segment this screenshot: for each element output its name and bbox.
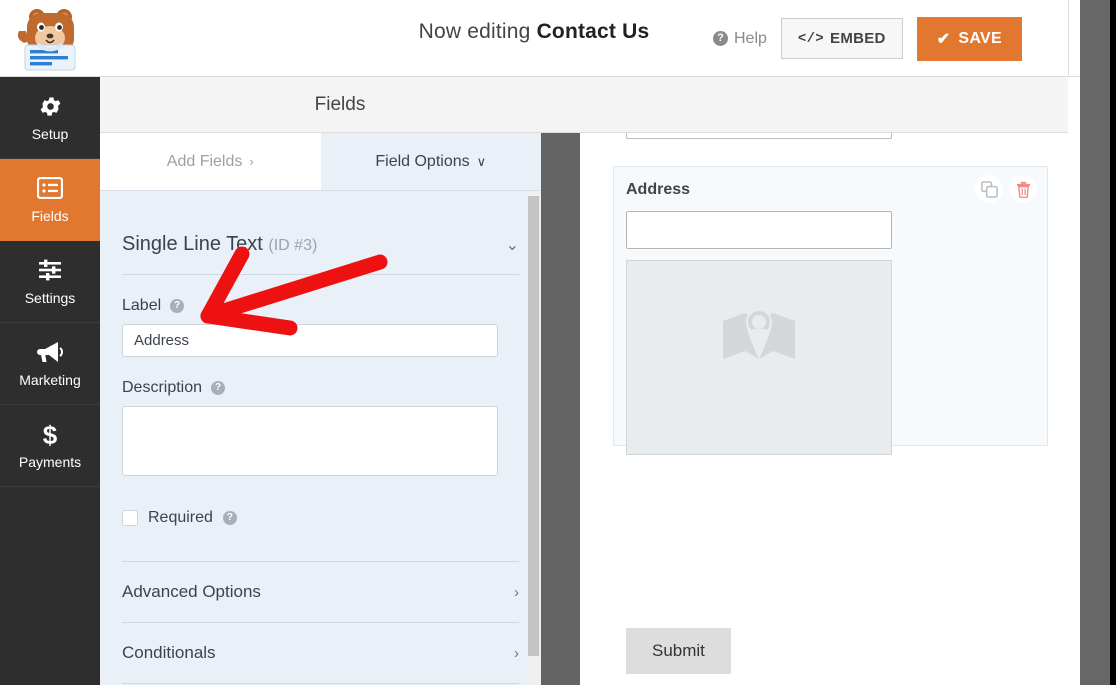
- chevron-down-icon: ∨: [476, 153, 487, 169]
- label-input[interactable]: [122, 324, 498, 357]
- save-button[interactable]: ✔ SAVE: [916, 16, 1022, 61]
- field-type-title: Single Line Text (ID #3): [122, 233, 317, 256]
- label-text: Label: [122, 297, 162, 314]
- svg-text:$: $: [43, 421, 58, 448]
- required-row: Required ?: [122, 509, 519, 527]
- chevron-right-icon: ›: [514, 583, 519, 601]
- preview-field-address[interactable]: Address: [613, 166, 1048, 455]
- help-label: Help: [734, 29, 767, 47]
- preview-map-placeholder: [626, 260, 892, 455]
- duplicate-field-button[interactable]: [975, 175, 1003, 203]
- panel-header: Fields: [100, 77, 1068, 133]
- sliders-icon: [37, 257, 63, 283]
- preview-field-label: Address: [626, 181, 691, 198]
- question-circle-icon: ?: [713, 31, 728, 46]
- question-mark-icon[interactable]: ?: [211, 381, 226, 395]
- question-mark-icon[interactable]: ?: [170, 299, 185, 313]
- dollar-sign-icon: $: [40, 421, 60, 448]
- sidebar-item-marketing[interactable]: Marketing: [0, 323, 100, 405]
- preview-field-above[interactable]: [626, 133, 892, 139]
- embed-label: EMBED: [830, 30, 886, 47]
- delete-field-button[interactable]: [1009, 175, 1037, 203]
- sidebar-item-label: Setup: [31, 126, 69, 142]
- top-bar: Now editing Contact Us ? Help </> EMBED …: [0, 0, 1068, 77]
- form-preview-panel: Address Submit: [580, 133, 1068, 685]
- chevron-right-icon: ›: [249, 154, 254, 169]
- chevron-down-icon[interactable]: ⌄: [506, 235, 519, 255]
- field-options-panel: Single Line Text (ID #3) ⌄ Label ? Descr…: [100, 191, 541, 685]
- accordion-label: Advanced Options: [122, 582, 261, 601]
- sidebar-item-payments[interactable]: $ Payments: [0, 405, 100, 487]
- sidebar-item-setup[interactable]: Setup: [0, 77, 100, 159]
- preview-address-input[interactable]: [626, 211, 892, 249]
- trash-icon: [1016, 181, 1030, 198]
- builder-tabs: Add Fields › Field Options ∨: [100, 133, 541, 191]
- map-pin-icon: [723, 309, 795, 359]
- browser-scrollbar-thumb[interactable]: [1080, 0, 1110, 685]
- description-field-label: Description ?: [122, 379, 519, 397]
- help-button[interactable]: ? Help: [713, 30, 767, 48]
- sidebar-item-settings[interactable]: Settings: [0, 241, 100, 323]
- checkmark-icon: ✔: [936, 30, 951, 48]
- form-name: Contact Us: [536, 20, 650, 43]
- tab-label: Add Fields: [166, 152, 243, 170]
- sidebar-item-label: Marketing: [19, 372, 81, 388]
- field-type-name: Single Line Text: [122, 233, 263, 255]
- sidebar-item-label: Settings: [24, 290, 76, 306]
- builder-sidebar: Setup Fields Settings Marketing $ Paymen…: [0, 77, 100, 685]
- question-mark-icon[interactable]: ?: [222, 511, 237, 525]
- accordion-advanced-options[interactable]: Advanced Options ›: [122, 562, 519, 623]
- accordion-conditionals[interactable]: Conditionals ›: [122, 623, 519, 684]
- sidebar-item-fields[interactable]: Fields: [0, 159, 100, 241]
- embed-button[interactable]: </> EMBED: [780, 18, 903, 59]
- top-bar-actions: ? Help </> EMBED ✔ SAVE: [713, 0, 1022, 77]
- description-text: Description: [122, 379, 203, 396]
- field-id: (ID #3): [268, 237, 318, 254]
- sidebar-item-label: Payments: [18, 454, 82, 470]
- code-brackets-icon: </>: [797, 30, 825, 47]
- duplicate-icon: [980, 180, 998, 198]
- save-label: SAVE: [958, 29, 1002, 47]
- field-type-header[interactable]: Single Line Text (ID #3) ⌄: [122, 191, 519, 275]
- required-checkbox[interactable]: [122, 510, 138, 526]
- description-input[interactable]: [122, 406, 498, 476]
- chevron-right-icon: ›: [514, 644, 519, 662]
- megaphone-icon: [36, 339, 64, 365]
- label-field-label: Label ?: [122, 297, 519, 315]
- options-panel-scrollbar-thumb[interactable]: [528, 196, 539, 656]
- gear-icon: [38, 93, 63, 119]
- tab-field-options[interactable]: Field Options ∨: [320, 133, 541, 191]
- window-right-edge: [1110, 0, 1116, 685]
- page-title: Fields: [314, 93, 366, 115]
- submit-button[interactable]: Submit: [626, 628, 731, 674]
- panel-splitter[interactable]: [541, 133, 580, 685]
- tab-label: Field Options: [375, 152, 470, 170]
- required-label: Required: [148, 509, 213, 526]
- accordion-label: Conditionals: [122, 643, 216, 662]
- list-icon: [37, 175, 63, 201]
- wpforms-form-builder: Now editing Contact Us ? Help </> EMBED …: [0, 0, 1116, 685]
- field-card-actions: [975, 175, 1037, 203]
- sidebar-item-label: Fields: [31, 208, 69, 224]
- now-editing-prefix: Now editing: [418, 20, 531, 43]
- tab-add-fields[interactable]: Add Fields ›: [100, 133, 321, 191]
